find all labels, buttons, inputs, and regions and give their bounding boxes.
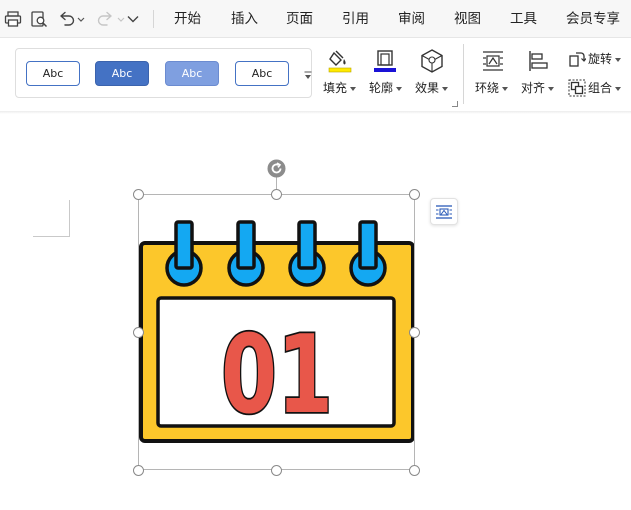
undo-icon[interactable] [56, 8, 86, 30]
wrap-button[interactable]: 环绕 [475, 81, 509, 95]
menu-item-member[interactable]: 会员专享 [566, 10, 620, 28]
gallery-more-icon[interactable] [303, 67, 313, 79]
layout-options-button[interactable] [430, 198, 458, 225]
page-margin-mark [69, 200, 70, 237]
shape-style-1[interactable]: Abc [26, 61, 80, 86]
ribbon-divider [463, 44, 464, 104]
selection-box [138, 194, 415, 470]
menu-item-view[interactable]: 视图 [454, 10, 481, 28]
group-button[interactable]: 组合 [588, 81, 622, 95]
resize-handle-top-left[interactable] [133, 189, 144, 200]
resize-handle-left[interactable] [133, 327, 144, 338]
shape-style-gallery: Abc Abc Abc Abc [15, 48, 312, 98]
outline-icon[interactable] [372, 48, 398, 78]
rotate-icon[interactable] [568, 50, 587, 72]
resize-handle-right[interactable] [409, 327, 420, 338]
resize-handle-bottom-right[interactable] [409, 465, 420, 476]
shape-style-4[interactable]: Abc [235, 61, 289, 86]
resize-handle-top[interactable] [271, 189, 282, 200]
shape-style-2[interactable]: Abc [95, 61, 149, 86]
shape-style-3[interactable]: Abc [165, 61, 219, 86]
effects-label: 效果 [415, 81, 440, 95]
resize-handle-bottom[interactable] [271, 465, 282, 476]
menu-item-home[interactable]: 开始 [174, 10, 201, 28]
rotate-label: 旋转 [588, 52, 613, 66]
outline-label: 轮廓 [369, 81, 394, 95]
page-margin-mark [33, 236, 70, 237]
layout-options-icon [436, 204, 452, 219]
fill-label: 填充 [323, 81, 348, 95]
menu-item-insert[interactable]: 插入 [231, 10, 258, 28]
resize-handle-top-right[interactable] [409, 189, 420, 200]
ribbon: Abc Abc Abc Abc 填充 轮廓 效果 环绕 对齐 旋转 组合 [0, 38, 631, 112]
group-icon[interactable] [568, 79, 586, 101]
menu-divider [153, 10, 154, 28]
chevron-down-icon[interactable] [122, 8, 144, 30]
effects-button[interactable]: 效果 [415, 81, 449, 95]
print-icon[interactable] [2, 8, 24, 30]
align-label: 对齐 [521, 81, 546, 95]
group-label: 组合 [588, 81, 613, 95]
align-icon[interactable] [527, 49, 551, 77]
outline-button[interactable]: 轮廓 [369, 81, 403, 95]
rotate-handle-icon[interactable] [267, 159, 286, 178]
resize-handle-bottom-left[interactable] [133, 465, 144, 476]
menu-item-tools[interactable]: 工具 [510, 10, 537, 28]
print-preview-icon[interactable] [28, 8, 50, 30]
effects-icon[interactable] [419, 48, 445, 78]
rotate-button[interactable]: 旋转 [588, 52, 622, 66]
menu-bar: 开始 插入 页面 引用 审阅 视图 工具 会员专享 [0, 0, 631, 38]
fill-icon[interactable] [327, 48, 353, 78]
rotation-connector [276, 176, 277, 190]
align-button[interactable]: 对齐 [521, 81, 555, 95]
dialog-launcher-icon[interactable] [452, 101, 458, 107]
menu-item-references[interactable]: 引用 [342, 10, 369, 28]
menu-item-page[interactable]: 页面 [286, 10, 313, 28]
fill-button[interactable]: 填充 [323, 81, 357, 95]
wrap-text-icon[interactable] [481, 49, 505, 77]
menu-item-review[interactable]: 审阅 [398, 10, 425, 28]
wrap-label: 环绕 [475, 81, 500, 95]
